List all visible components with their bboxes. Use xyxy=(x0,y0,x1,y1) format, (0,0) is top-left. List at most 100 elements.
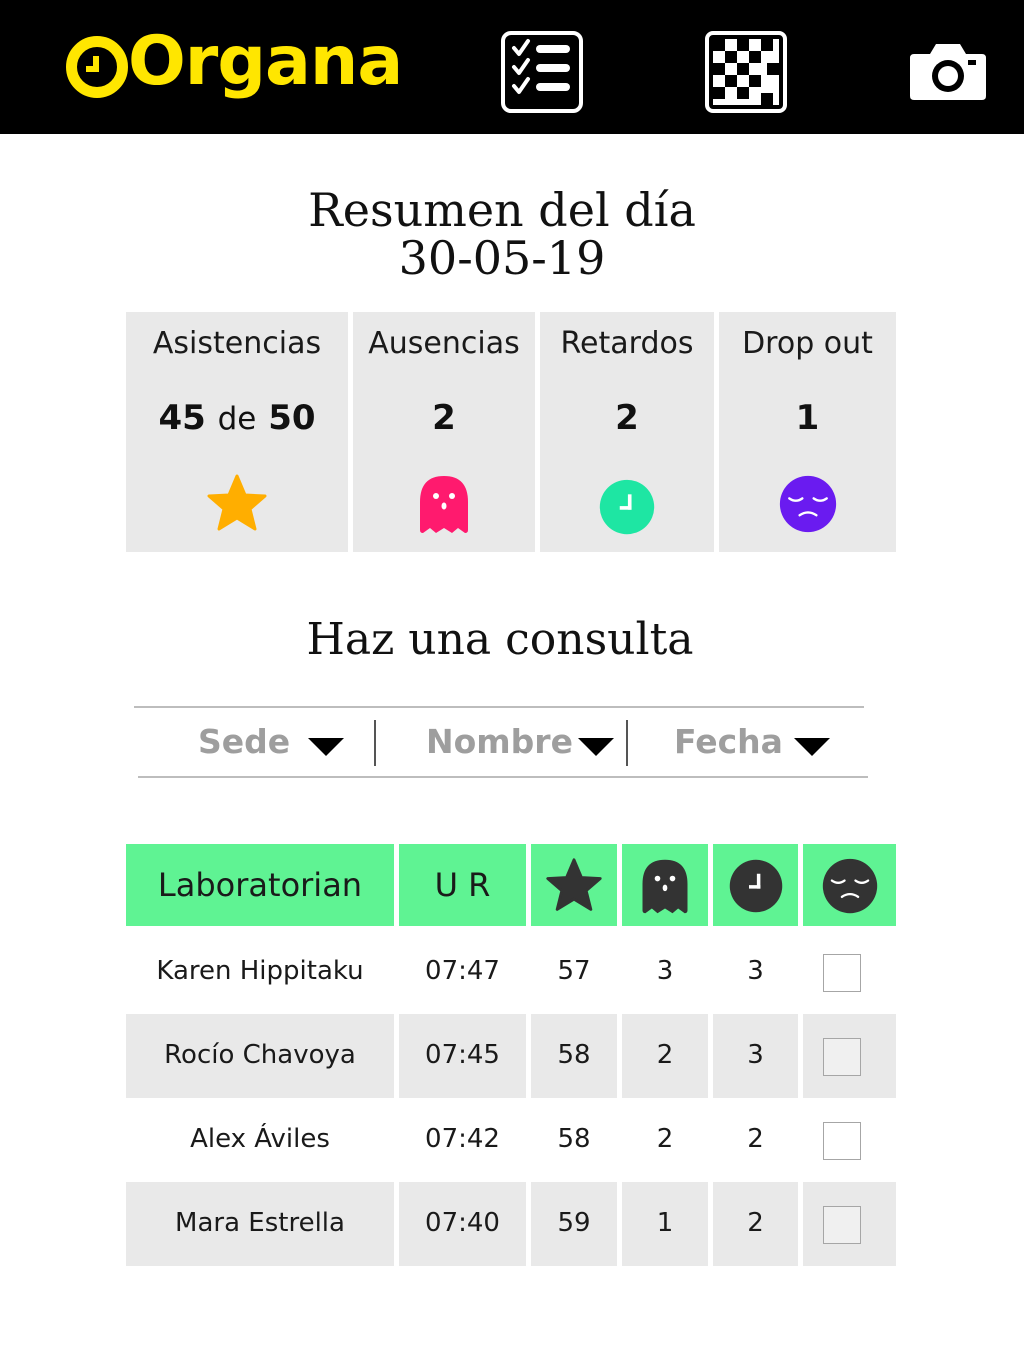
table-cell-dropout xyxy=(803,930,896,1014)
column-header-dropout[interactable] xyxy=(803,844,896,926)
table-cell-ur: 07:40 xyxy=(399,1182,526,1266)
dropout-checkbox[interactable] xyxy=(823,1038,861,1076)
card-value: 2 xyxy=(432,398,456,438)
ghost-icon xyxy=(420,476,468,533)
cell-text: Mara Estrella xyxy=(175,1208,345,1238)
table-cell-ur: 07:42 xyxy=(399,1098,526,1182)
cell-text: 3 xyxy=(656,956,674,986)
card-label: Ausencias xyxy=(368,326,520,361)
cell-text: 07:42 xyxy=(425,1124,500,1154)
summary-title: Resumen del día xyxy=(308,183,696,237)
table-cell-absences: 2 xyxy=(622,1014,708,1098)
cell-text: 58 xyxy=(557,1124,591,1154)
card-ausencias[interactable]: Ausencias 2 xyxy=(353,312,535,552)
table-cell-absences: 1 xyxy=(622,1182,708,1266)
dropout-checkbox[interactable] xyxy=(823,1122,861,1160)
card-retardos[interactable]: Retardos 2 xyxy=(540,312,714,552)
card-value: 2 xyxy=(615,398,639,438)
filter-bar-top-line xyxy=(134,706,864,708)
filter-nombre[interactable]: Nombre xyxy=(426,722,616,766)
table-row[interactable]: Alex Áviles 07:42 58 2 2 xyxy=(126,1098,896,1182)
card-label: Retardos xyxy=(560,326,694,361)
cell-text: 2 xyxy=(747,1124,764,1154)
cell-text: 3 xyxy=(747,1040,764,1070)
cell-text: 59 xyxy=(557,1208,591,1238)
cell-text: 1 xyxy=(656,1208,674,1238)
star-icon xyxy=(546,858,602,911)
filter-label: Sede xyxy=(198,722,291,761)
table-cell-stars: 58 xyxy=(531,1098,617,1182)
cell-text: Alex Áviles xyxy=(190,1124,330,1154)
ghost-icon xyxy=(642,859,688,914)
cell-text: 3 xyxy=(747,956,764,986)
star-icon xyxy=(207,474,267,531)
clock-icon xyxy=(729,859,782,913)
cell-text: 2 xyxy=(656,1124,674,1154)
table-cell-name: Mara Estrella xyxy=(126,1182,394,1266)
table-cell-delays: 3 xyxy=(713,1014,798,1098)
cell-text: 57 xyxy=(557,956,591,986)
cell-text: 58 xyxy=(557,1040,591,1070)
table-cell-dropout xyxy=(803,1098,896,1182)
table-row[interactable]: Karen Hippitaku 07:47 57 3 3 xyxy=(126,930,896,1014)
cell-text: Karen Hippitaku xyxy=(156,956,364,986)
card-dropout[interactable]: Drop out 1 xyxy=(719,312,896,552)
cell-text: 07:45 xyxy=(425,1040,500,1070)
table-cell-ur: 07:47 xyxy=(399,930,526,1014)
camera-icon xyxy=(910,44,986,100)
card-value: 45 de 50 xyxy=(158,398,316,438)
cell-text: 2 xyxy=(747,1208,764,1238)
column-header-label: U R xyxy=(434,866,491,904)
cell-text: Rocío Chavoya xyxy=(164,1040,356,1070)
filter-label: Fecha xyxy=(674,722,783,761)
dropout-checkbox[interactable] xyxy=(823,1206,861,1244)
column-header-ur[interactable]: U R xyxy=(399,844,526,926)
summary-date: 30-05-19 xyxy=(398,231,606,285)
column-header-absences[interactable] xyxy=(622,844,708,926)
sad-face-icon xyxy=(779,475,836,533)
cell-text: 07:40 xyxy=(425,1208,500,1238)
cell-text: 2 xyxy=(656,1040,674,1070)
top-bar: Organa xyxy=(0,0,1024,134)
qr-code-icon xyxy=(705,31,787,113)
table-cell-absences: 3 xyxy=(622,930,708,1014)
dropout-checkbox[interactable] xyxy=(823,954,861,992)
checklist-button[interactable] xyxy=(500,30,584,114)
table-row[interactable]: Mara Estrella 07:40 59 1 2 xyxy=(126,1182,896,1266)
card-asistencias[interactable]: Asistencias 45 de 50 xyxy=(126,312,348,552)
table-cell-delays: 2 xyxy=(713,1182,798,1266)
filter-sede[interactable]: Sede xyxy=(198,722,348,766)
column-header-delays[interactable] xyxy=(713,844,798,926)
card-label: Drop out xyxy=(742,326,873,361)
column-header-laboratorian[interactable]: Laboratorian xyxy=(126,844,394,926)
table-cell-dropout xyxy=(803,1014,896,1098)
chevron-down-icon xyxy=(794,738,830,756)
table-cell-stars: 59 xyxy=(531,1182,617,1266)
chevron-down-icon xyxy=(578,738,614,756)
table-row[interactable]: Rocío Chavoya 07:45 58 2 3 xyxy=(126,1014,896,1098)
table-cell-dropout xyxy=(803,1182,896,1266)
qr-scan-button[interactable] xyxy=(704,30,788,114)
filter-bar-bottom-line xyxy=(138,776,868,778)
query-title: Haz una consulta xyxy=(306,614,694,665)
logo-clock-icon xyxy=(66,36,128,98)
table-cell-name: Karen Hippitaku xyxy=(126,930,394,1014)
chevron-down-icon xyxy=(308,738,344,756)
checklist-icon xyxy=(501,31,583,113)
card-label: Asistencias xyxy=(152,326,322,361)
organa-logo[interactable]: Organa xyxy=(66,22,403,116)
column-header-stars[interactable] xyxy=(531,844,617,926)
filter-divider xyxy=(626,720,628,766)
table-cell-ur: 07:45 xyxy=(399,1014,526,1098)
table-cell-delays: 3 xyxy=(713,930,798,1014)
filter-fecha[interactable]: Fecha xyxy=(674,722,834,766)
filter-label: Nombre xyxy=(426,722,573,761)
logo-text: Organa xyxy=(128,22,403,101)
card-value: 1 xyxy=(795,398,820,438)
camera-button[interactable] xyxy=(908,36,988,106)
table-cell-stars: 58 xyxy=(531,1014,617,1098)
cell-text: 07:47 xyxy=(425,956,500,986)
filter-divider xyxy=(374,720,376,766)
table-cell-absences: 2 xyxy=(622,1098,708,1182)
sad-face-icon xyxy=(822,858,877,914)
